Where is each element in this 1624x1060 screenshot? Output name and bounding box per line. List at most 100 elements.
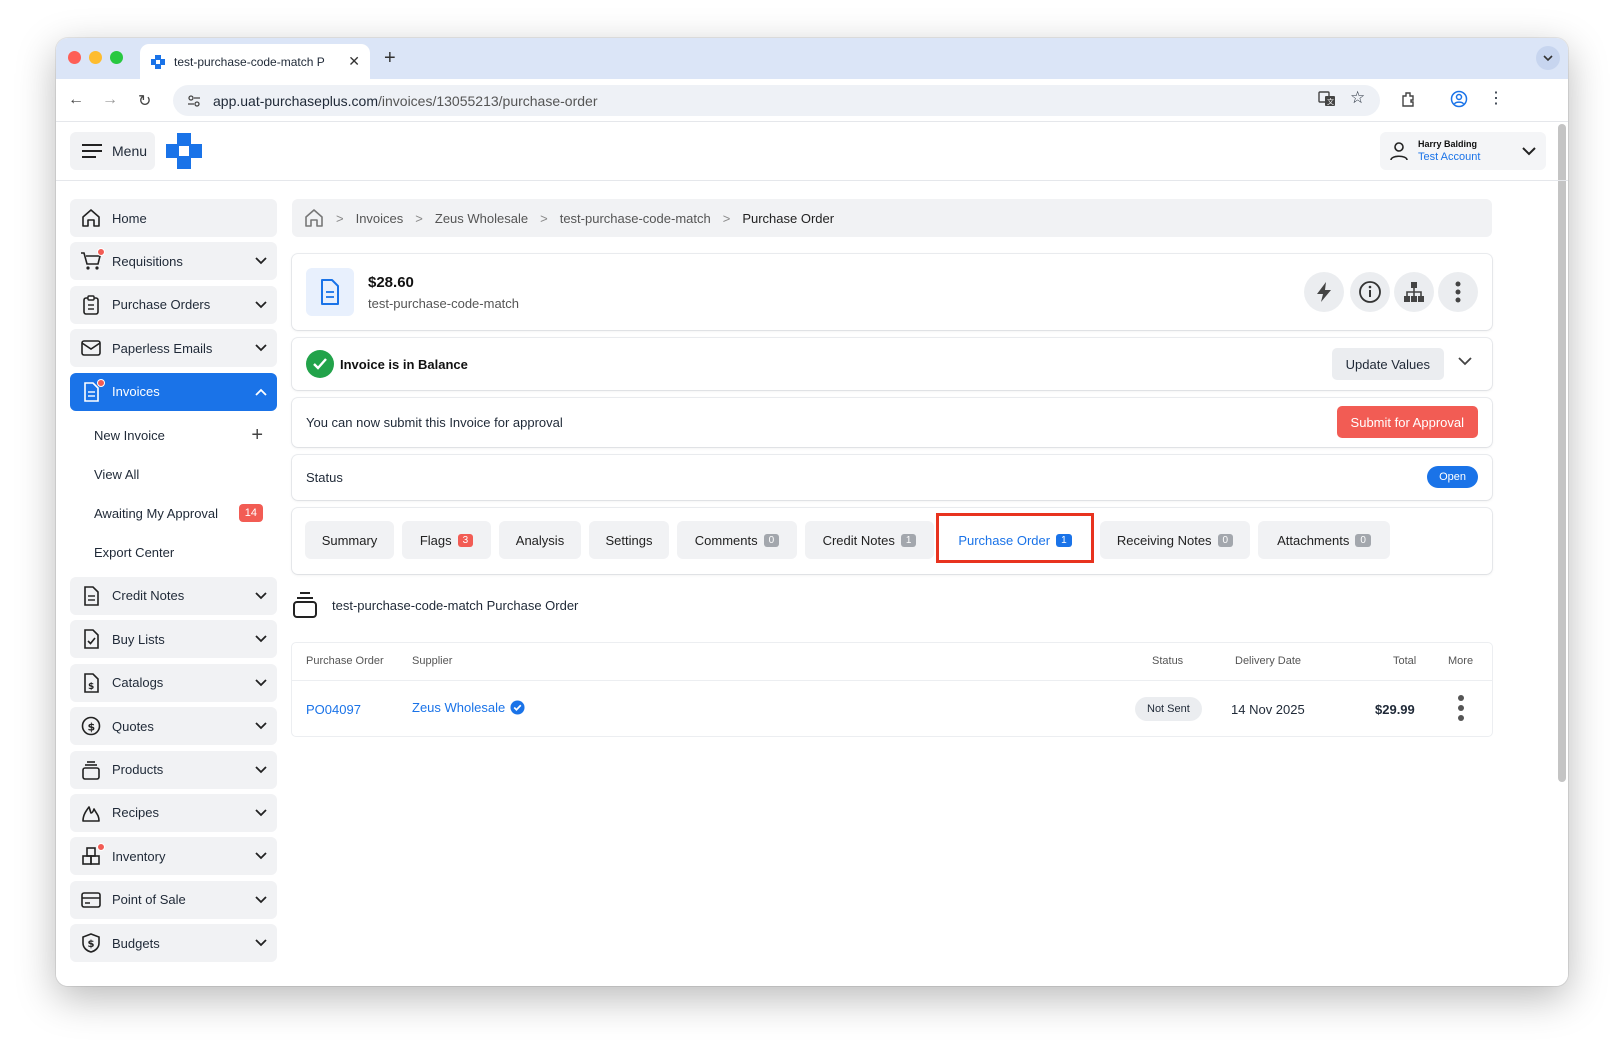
sidebar-subitem-label: View All — [94, 466, 140, 482]
table-row[interactable]: PO04097 Zeus Wholesale Not Sent 14 Nov 2… — [292, 680, 1492, 736]
tab-analysis[interactable]: Analysis — [499, 521, 581, 559]
chevron-down-icon[interactable] — [1458, 356, 1472, 366]
tab-count-badge: 0 — [763, 533, 780, 547]
sidebar-item-buy-lists[interactable]: Buy Lists — [70, 620, 277, 659]
hamburger-icon — [82, 144, 102, 158]
chevron-down-icon — [255, 344, 267, 352]
breadcrumb-supplier[interactable]: Zeus Wholesale — [435, 211, 528, 226]
purchaseplus-logo[interactable] — [166, 133, 202, 169]
tab-label: Credit Notes — [822, 532, 895, 548]
page-scrollbar[interactable] — [1558, 124, 1566, 782]
submit-for-approval-button[interactable]: Submit for Approval — [1336, 406, 1478, 438]
browser-tab[interactable]: test-purchase-code-match P ✕ — [140, 44, 370, 79]
supplier-link[interactable]: Zeus Wholesale — [412, 700, 525, 715]
sidebar-item-quotes[interactable]: $ Quotes — [70, 707, 277, 746]
sidebar-item-purchase-orders[interactable]: Purchase Orders — [70, 285, 277, 324]
svg-text:文: 文 — [1327, 97, 1334, 106]
sidebar-item-paperless-emails[interactable]: Paperless Emails — [70, 329, 277, 368]
new-tab-button[interactable]: + — [384, 47, 396, 70]
browser-menu-icon[interactable]: ⋮ — [1488, 88, 1504, 108]
dollar-circle-icon: $ — [80, 715, 102, 737]
forward-icon[interactable]: → — [102, 91, 118, 109]
sidebar-item-label: Quotes — [112, 718, 154, 734]
sidebar-subitem-new-invoice[interactable]: New Invoice + — [70, 416, 277, 455]
chevron-down-icon — [255, 896, 267, 903]
submit-card: You can now submit this Invoice for appr… — [292, 398, 1492, 447]
sidebar-item-label: Paperless Emails — [112, 340, 213, 356]
chevron-down-icon — [255, 301, 267, 309]
sidebar-item-invoices[interactable]: Invoices — [70, 372, 277, 411]
sidebar-item-point-of-sale[interactable]: Point of Sale — [70, 880, 277, 919]
tab-label: Flags — [419, 532, 452, 548]
sidebar-item-inventory[interactable]: Inventory — [70, 837, 277, 876]
more-options-button[interactable] — [1438, 272, 1478, 312]
breadcrumb: > Invoices > Zeus Wholesale > test-purch… — [292, 199, 1492, 237]
tab-credit-notes[interactable]: Credit Notes 1 — [805, 521, 934, 559]
sidebar-subitem-export-center[interactable]: Export Center — [70, 533, 277, 572]
sidebar-subitem-awaiting-approval[interactable]: Awaiting My Approval 14 — [70, 494, 277, 533]
flame-icon — [80, 802, 102, 824]
close-tab-icon[interactable]: ✕ — [348, 53, 360, 70]
back-icon[interactable]: ← — [68, 91, 84, 109]
minimize-window-button[interactable] — [89, 51, 102, 64]
quick-action-button[interactable] — [1304, 272, 1344, 312]
po-status-badge: Not Sent — [1135, 697, 1202, 721]
column-header: Supplier — [412, 655, 453, 667]
close-window-button[interactable] — [68, 51, 81, 64]
po-section-title: test-purchase-code-match Purchase Order — [332, 597, 579, 613]
sidebar-nav: Home Requisitions Purchase Orders Paperl… — [70, 199, 277, 967]
row-more-button[interactable] — [1457, 694, 1465, 725]
tab-summary[interactable]: Summary — [305, 521, 394, 559]
menu-button[interactable]: Menu — [70, 132, 155, 170]
checklist-icon — [80, 628, 102, 650]
reload-icon[interactable]: ↻ — [138, 91, 151, 111]
home-icon[interactable] — [304, 208, 324, 228]
tab-comments[interactable]: Comments 0 — [677, 521, 797, 559]
bookmark-star-icon[interactable]: ☆ — [1350, 88, 1365, 108]
user-account-button[interactable]: Harry Balding Test Account — [1380, 132, 1546, 170]
user-name: Harry Balding — [1418, 139, 1478, 149]
tab-attachments[interactable]: Attachments 0 — [1258, 521, 1390, 559]
tab-receiving-notes[interactable]: Receiving Notes 0 — [1100, 521, 1250, 559]
address-bar[interactable]: app.uat-purchaseplus.com/invoices/130552… — [173, 85, 1380, 116]
verified-badge-icon — [510, 700, 525, 715]
sidebar-item-requisitions[interactable]: Requisitions — [70, 242, 277, 281]
tab-label: Comments — [694, 532, 758, 548]
profile-icon[interactable] — [1450, 90, 1468, 108]
breadcrumb-invoice[interactable]: test-purchase-code-match — [560, 211, 711, 226]
app-header: Menu Harry Balding Test Account — [56, 122, 1568, 181]
translate-icon[interactable]: 文 — [1318, 90, 1336, 108]
sidebar-item-home[interactable]: Home — [70, 199, 277, 237]
sidebar-item-label: Purchase Orders — [112, 297, 211, 313]
browser-tabbar: test-purchase-code-match P ✕ + — [56, 38, 1568, 79]
sidebar-item-recipes[interactable]: Recipes — [70, 793, 277, 832]
plus-icon[interactable]: + — [251, 424, 263, 447]
breadcrumb-current: Purchase Order — [742, 210, 835, 226]
balance-card: Invoice is in Balance Update Values — [292, 338, 1492, 390]
status-label: Status — [306, 470, 343, 485]
sidebar-item-label: Products — [112, 762, 164, 778]
hierarchy-button[interactable] — [1394, 272, 1434, 312]
tab-settings[interactable]: Settings — [589, 521, 669, 559]
sidebar-subitem-view-all[interactable]: View All — [70, 455, 277, 494]
sidebar-item-catalogs[interactable]: $ Catalogs — [70, 663, 277, 702]
sidebar-item-budgets[interactable]: $ Budgets — [70, 924, 277, 963]
sidebar-item-label: Requisitions — [112, 253, 183, 269]
tab-flags[interactable]: Flags 3 — [402, 521, 491, 559]
po-number-link[interactable]: PO04097 — [306, 702, 361, 717]
svg-text:$: $ — [88, 721, 96, 734]
kebab-menu-icon — [1455, 281, 1461, 303]
maximize-window-button[interactable] — [110, 51, 123, 64]
sidebar-item-label: Budgets — [112, 935, 160, 951]
breadcrumb-invoices[interactable]: Invoices — [356, 211, 404, 226]
update-values-button[interactable]: Update Values — [1331, 348, 1444, 380]
sidebar-item-credit-notes[interactable]: Credit Notes — [70, 576, 277, 615]
tab-search-button[interactable] — [1536, 46, 1560, 70]
menu-label: Menu — [112, 143, 148, 159]
sidebar-item-products[interactable]: Products — [70, 750, 277, 789]
info-button[interactable] — [1350, 272, 1390, 312]
active-tab-highlight — [936, 513, 1094, 563]
site-settings-icon[interactable] — [187, 94, 201, 108]
extensions-icon[interactable] — [1400, 90, 1418, 108]
app-root: Menu Harry Balding Test Account Home Req… — [56, 122, 1568, 986]
